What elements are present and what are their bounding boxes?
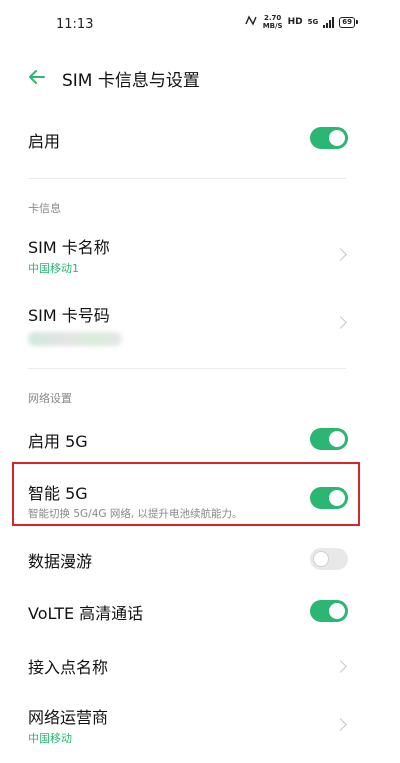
page-title: SIM 卡信息与设置: [62, 71, 200, 91]
sim-name-row[interactable]: SIM 卡名称 中国移动1: [0, 226, 400, 280]
sim-name-label: SIM 卡名称: [28, 238, 110, 257]
network-speed-unit: MB/S: [262, 22, 283, 30]
volte-row[interactable]: VoLTE 高清通话: [0, 592, 400, 632]
chevron-right-icon: [334, 248, 347, 261]
hd-badge: HD: [287, 17, 303, 27]
status-time: 11:13: [56, 17, 94, 32]
app-header: SIM 卡信息与设置: [0, 58, 400, 98]
network-speed: 2.70 MB/S: [263, 14, 283, 30]
enable-label: 启用: [28, 132, 61, 151]
enable-row[interactable]: 启用: [0, 118, 400, 158]
sim-number-value-blurred: [28, 332, 122, 346]
signal-label: 5G: [307, 18, 319, 26]
volte-toggle[interactable]: [310, 600, 348, 622]
chevron-right-icon: [334, 660, 347, 673]
highlight-box: [12, 462, 360, 526]
apn-label: 接入点名称: [28, 658, 109, 677]
operator-value: 中国移动: [28, 732, 72, 745]
apn-row[interactable]: 接入点名称: [0, 646, 400, 686]
data-roaming-toggle[interactable]: [310, 548, 348, 570]
signal-strength-icon: [323, 16, 335, 28]
volte-label: VoLTE 高清通话: [28, 604, 144, 623]
section-header-card-info: 卡信息: [28, 202, 61, 215]
enable-5g-row[interactable]: 启用 5G: [0, 420, 400, 460]
back-arrow-icon[interactable]: [24, 64, 50, 90]
chevron-right-icon: [334, 316, 347, 329]
operator-row[interactable]: 网络运营商 中国移动: [0, 698, 400, 754]
enable-5g-label: 启用 5G: [28, 432, 88, 451]
data-roaming-label: 数据漫游: [28, 552, 93, 571]
network-speed-value: 2.70: [264, 14, 282, 22]
battery-icon: 69: [339, 16, 358, 28]
nfc-icon: [244, 15, 258, 29]
sim-name-value: 中国移动1: [28, 262, 79, 275]
sim-number-label: SIM 卡号码: [28, 306, 110, 325]
divider: [28, 178, 346, 179]
chevron-right-icon: [334, 718, 347, 731]
status-icons: 2.70 MB/S HD 5G 69: [244, 14, 358, 30]
operator-label: 网络运营商: [28, 708, 109, 727]
status-bar: 11:13 2.70 MB/S HD 5G 69: [0, 0, 400, 50]
section-header-network: 网络设置: [28, 392, 72, 405]
enable-5g-toggle[interactable]: [310, 428, 348, 450]
divider: [28, 368, 346, 369]
battery-level: 69: [339, 16, 355, 28]
enable-toggle[interactable]: [310, 127, 348, 149]
data-roaming-row[interactable]: 数据漫游: [0, 540, 400, 580]
